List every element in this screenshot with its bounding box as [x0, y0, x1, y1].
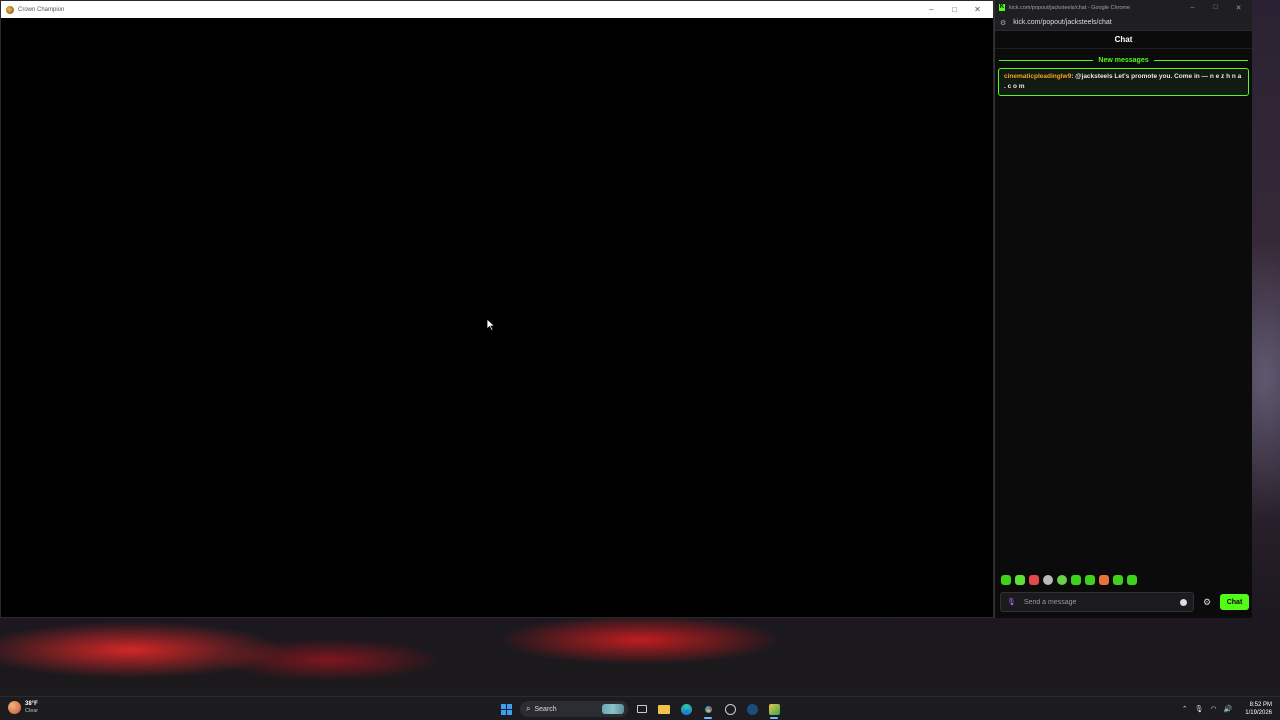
game-window[interactable]: Crown Champion – □ ✕	[0, 0, 994, 618]
quick-emote-bar	[1001, 575, 1137, 585]
new-messages-divider: New messages	[999, 54, 1249, 66]
chevron-up-icon[interactable]: ⌃	[1182, 705, 1188, 713]
volume-icon[interactable]: 🔊	[1224, 705, 1233, 713]
emote-icon[interactable]	[1001, 575, 1011, 585]
emote-icon[interactable]	[1015, 575, 1025, 585]
emote-icon[interactable]	[1127, 575, 1137, 585]
chat-settings-gear-icon[interactable]: ⚙	[1203, 597, 1211, 608]
windows-logo-icon	[500, 703, 512, 715]
task-view-button[interactable]	[634, 701, 650, 717]
wifi-icon[interactable]: ◠	[1210, 705, 1216, 713]
divider-line	[999, 59, 1094, 61]
chat-message[interactable]: cinematicpleadinglw9: @jacksteels Let's …	[998, 68, 1249, 96]
steam-button[interactable]	[744, 701, 760, 717]
game-taskbar-button[interactable]	[766, 701, 782, 719]
obs-icon	[724, 703, 736, 715]
clock-time: 8:52 PM	[1249, 702, 1272, 708]
chrome-window-title: kick.com/popout/jacksteels/chat - Google…	[1009, 4, 1131, 11]
address-bar[interactable]: ⚙ kick.com/popout/jacksteels/chat	[995, 15, 1252, 31]
edge-button[interactable]	[678, 701, 694, 717]
maximize-button[interactable]: □	[943, 1, 966, 18]
taskbar-search[interactable]: ⌕ Search	[520, 701, 628, 717]
close-button[interactable]: ✕	[1227, 0, 1250, 15]
weather-widget[interactable]: 38°F Clear	[8, 700, 38, 715]
close-button[interactable]: ✕	[966, 1, 989, 18]
search-highlight-image	[602, 704, 624, 714]
weather-temperature: 38°F	[25, 701, 38, 707]
clock[interactable]: 8:52 PM 1/19/2026	[1245, 701, 1272, 717]
search-icon: ⌕	[526, 704, 531, 713]
obs-button[interactable]	[722, 701, 738, 717]
game-titlebar[interactable]: Crown Champion – □ ✕	[1, 1, 993, 18]
file-explorer-button[interactable]	[656, 701, 672, 717]
url-text[interactable]: kick.com/popout/jacksteels/chat	[1013, 19, 1111, 26]
system-tray: ⌃ 🎙 ◠ 🔊 8:52 PM 1/19/2026	[1182, 700, 1272, 718]
microphone-icon[interactable]: 🎙	[1195, 705, 1204, 713]
kick-favicon-icon: K	[999, 4, 1005, 11]
task-view-icon	[637, 705, 647, 713]
chrome-titlebar[interactable]: K kick.com/popout/jacksteels/chat - Goog…	[995, 0, 1252, 15]
emote-icon[interactable]	[1043, 575, 1053, 585]
emote-icon[interactable]	[1085, 575, 1095, 585]
divider-line	[1153, 59, 1249, 61]
chrome-icon	[702, 703, 714, 715]
weather-icon	[8, 701, 21, 714]
minimize-button[interactable]: –	[1181, 0, 1204, 15]
search-label: Search	[534, 705, 557, 713]
steam-icon	[746, 703, 758, 715]
chat-message-input[interactable]	[1023, 598, 1180, 606]
chat-header: Chat	[995, 31, 1252, 49]
game-window-controls: – □ ✕	[920, 1, 989, 18]
chat-title: Chat	[1114, 35, 1133, 44]
emote-icon[interactable]	[1113, 575, 1123, 585]
emote-icon[interactable]	[1057, 575, 1067, 585]
emoji-picker-icon[interactable]	[1180, 598, 1187, 606]
emote-icon[interactable]	[1071, 575, 1081, 585]
taskbar-apps: ⌕ Search	[498, 699, 782, 719]
microphone-icon[interactable]: 🎙	[1007, 598, 1016, 606]
minimize-button[interactable]: –	[920, 1, 943, 18]
edge-icon	[680, 703, 692, 715]
new-messages-label: New messages	[1098, 56, 1149, 64]
game-canvas[interactable]	[1, 18, 993, 617]
chrome-button[interactable]	[700, 701, 716, 719]
emote-icon[interactable]	[1029, 575, 1039, 585]
folder-icon	[658, 704, 670, 714]
game-window-title: Crown Champion	[18, 6, 65, 13]
chrome-window-controls: – □ ✕	[1181, 0, 1250, 15]
mouse-cursor-icon	[486, 318, 495, 331]
emote-icon[interactable]	[1099, 575, 1109, 585]
chat-username[interactable]: cinematicpleadinglw9	[1004, 73, 1071, 80]
weather-condition: Clear	[25, 708, 39, 714]
chat-send-button[interactable]: Chat	[1220, 594, 1249, 610]
game-app-icon	[6, 5, 14, 14]
start-button[interactable]	[498, 701, 514, 717]
taskbar: 38°F Clear ⌕ Search ⌃ 🎙 ◠ 🔊 8:52 PM 1/19…	[0, 696, 1280, 720]
game-icon	[768, 703, 780, 715]
site-info-icon[interactable]: ⚙	[1000, 19, 1006, 27]
clock-date: 1/19/2026	[1245, 710, 1272, 716]
chat-input-box[interactable]: 🎙	[1000, 592, 1194, 612]
chrome-chat-window[interactable]: K kick.com/popout/jacksteels/chat - Goog…	[994, 0, 1252, 618]
maximize-button[interactable]: □	[1204, 0, 1227, 15]
